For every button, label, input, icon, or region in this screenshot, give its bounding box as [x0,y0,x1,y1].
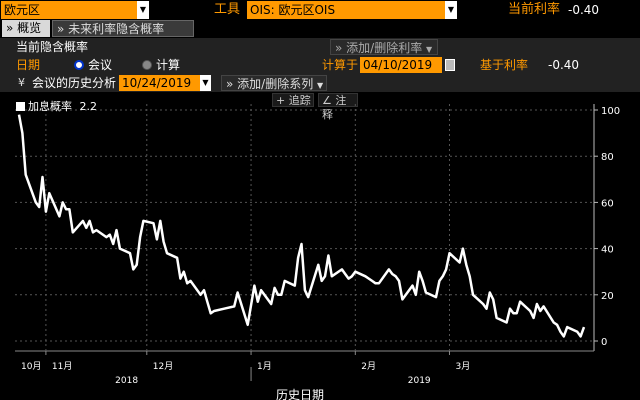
x-year-label: 2019 [408,376,431,386]
legend-series-name: 加息概率 [28,100,72,113]
x-month-label: 2月 [361,361,376,372]
series-line [17,114,586,338]
x-year-label: 2018 [115,376,138,386]
y-tick-label: 40 [601,245,614,256]
history-chart: 0 20 40 60 80 100 10月 11月 12月 1月 2月 3月 2018 2019 [15,104,620,386]
y-tick-label: 0 [601,337,607,348]
chart-legend: 加息概率 2.2 [16,100,97,114]
y-tick-label: 80 [601,152,614,163]
x-month-label: 1月 [257,361,272,372]
x-month-label: 3月 [455,361,470,372]
y-tick-label: 60 [601,198,614,209]
x-month-label: 12月 [153,361,173,372]
legend-swatch [16,102,25,111]
x-month-label: 11月 [52,361,72,372]
y-tick-label: 100 [601,106,620,117]
x-axis-title: 历史日期 [275,388,324,400]
y-tick-label: 20 [601,291,614,302]
x-month-label: 10月 [21,361,41,372]
legend-last-value: 2.2 [79,100,98,113]
